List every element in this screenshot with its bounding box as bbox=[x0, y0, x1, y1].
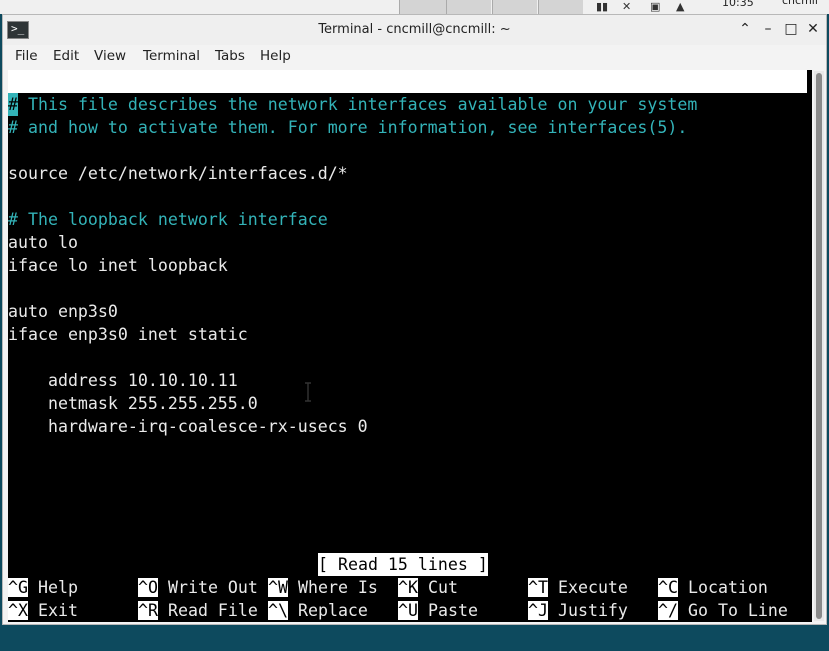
shortcut-label: Exit bbox=[37, 601, 78, 620]
shortcut-key: ^G bbox=[8, 578, 28, 597]
shortcut-key: ^O bbox=[138, 578, 158, 597]
chevron-up-icon[interactable]: ⌃ bbox=[736, 21, 754, 37]
panel-launcher[interactable] bbox=[399, 0, 446, 14]
shortcut-label: Location bbox=[687, 578, 768, 597]
comment-line[interactable]: # This file describes the network interf… bbox=[8, 93, 697, 116]
scrollbar[interactable] bbox=[814, 71, 824, 621]
close-button[interactable]: ✕ bbox=[804, 21, 822, 37]
menu-tabs[interactable]: Tabs bbox=[215, 48, 245, 64]
shortcut-label: Execute bbox=[557, 578, 628, 597]
terminal-screen[interactable]: GNU nano 7.2 /etc/network/interfaces # T… bbox=[8, 70, 812, 622]
top-panel: ▮▮ ✕ ▣ ▲ 10:35 cncmil bbox=[0, 0, 829, 14]
shortcut-label: Replace bbox=[297, 601, 368, 620]
shortcut-label: Where Is bbox=[297, 578, 378, 597]
text-cursor-icon bbox=[305, 382, 311, 402]
status-message: [ Read 15 lines ] bbox=[318, 553, 488, 576]
shortcut-item[interactable]: ^/ Go To Line bbox=[658, 599, 788, 622]
code-line[interactable]: iface enp3s0 inet static bbox=[8, 323, 248, 346]
maximize-button[interactable]: □ bbox=[782, 21, 800, 37]
panel-user[interactable]: cncmil bbox=[782, 0, 818, 7]
shortcut-key: ^K bbox=[398, 578, 418, 597]
shortcut-item[interactable]: ^O Write Out bbox=[138, 576, 258, 599]
code-line[interactable]: iface lo inet loopback bbox=[8, 254, 228, 277]
shortcut-item[interactable]: ^G Help bbox=[8, 576, 78, 599]
panel-task-button[interactable] bbox=[446, 0, 491, 14]
shortcut-label: Cut bbox=[427, 578, 458, 597]
code-line[interactable]: address 10.10.10.11 bbox=[8, 369, 238, 392]
terminal-window: >_ Terminal - cncmill@cncmill: ~ ⌃ – □ ✕… bbox=[2, 14, 827, 625]
menu-file[interactable]: File bbox=[15, 48, 38, 64]
code-line[interactable]: auto lo bbox=[8, 231, 78, 254]
shortcut-label: Justify bbox=[557, 601, 628, 620]
menu-help[interactable]: Help bbox=[260, 48, 291, 64]
nano-header-bar: GNU nano 7.2 /etc/network/interfaces bbox=[8, 70, 807, 137]
network-icon[interactable]: ▮▮ bbox=[596, 0, 608, 13]
shortcut-key: ^J bbox=[528, 601, 548, 620]
shortcut-key: ^X bbox=[8, 601, 28, 620]
shortcut-item[interactable]: ^W Where Is bbox=[268, 576, 378, 599]
shortcut-key: ^R bbox=[138, 601, 158, 620]
shortcut-item[interactable]: ^R Read File bbox=[138, 599, 258, 622]
notification-bell-icon[interactable]: ▲ bbox=[676, 0, 684, 13]
code-line[interactable]: source /etc/network/interfaces.d/* bbox=[8, 162, 348, 185]
panel-task-button[interactable] bbox=[538, 0, 583, 14]
window-title: Terminal - cncmill@cncmill: ~ bbox=[318, 22, 511, 37]
shortcut-key: ^T bbox=[528, 578, 548, 597]
code-line[interactable]: hardware-irq-coalesce-rx-usecs 0 bbox=[8, 415, 368, 438]
shortcut-label: Go To Line bbox=[687, 601, 788, 620]
shortcut-item[interactable]: ^X Exit bbox=[8, 599, 78, 622]
shortcut-label: Paste bbox=[427, 601, 478, 620]
shortcut-item[interactable]: ^K Cut bbox=[398, 576, 458, 599]
shortcut-key: ^W bbox=[268, 578, 288, 597]
menu-terminal[interactable]: Terminal bbox=[143, 48, 200, 64]
title-bar[interactable]: >_ Terminal - cncmill@cncmill: ~ ⌃ – □ ✕ bbox=[3, 15, 826, 45]
shortcut-item[interactable]: ^U Paste bbox=[398, 599, 478, 622]
code-line[interactable]: auto enp3s0 bbox=[8, 300, 118, 323]
comment-line[interactable]: # and how to activate them. For more inf… bbox=[8, 116, 687, 139]
shortcut-item[interactable]: ^\ Replace bbox=[268, 599, 368, 622]
shortcut-key: ^C bbox=[658, 578, 678, 597]
shortcut-label: Help bbox=[37, 578, 78, 597]
scrollbar-thumb[interactable] bbox=[816, 73, 822, 619]
editor-cursor: # bbox=[8, 93, 18, 116]
panel-clock[interactable]: 10:35 bbox=[722, 0, 754, 9]
shortcut-key: ^\ bbox=[268, 601, 288, 620]
panel-task-button[interactable] bbox=[492, 0, 537, 14]
volume-muted-icon[interactable]: ✕ bbox=[622, 0, 631, 13]
menu-view[interactable]: View bbox=[94, 48, 126, 64]
comment-line[interactable]: # The loopback network interface bbox=[8, 208, 328, 231]
code-line[interactable]: netmask 255.255.255.0 bbox=[8, 392, 258, 415]
menu-bar: File Edit View Terminal Tabs Help bbox=[3, 45, 826, 69]
shortcut-key: ^U bbox=[398, 601, 418, 620]
shortcut-label: Write Out bbox=[167, 578, 258, 597]
shortcut-item[interactable]: ^J Justify bbox=[528, 599, 628, 622]
shortcut-item[interactable]: ^C Location bbox=[658, 576, 768, 599]
shortcut-item[interactable]: ^T Execute bbox=[528, 576, 628, 599]
power-icon[interactable]: ▣ bbox=[650, 0, 660, 13]
menu-edit[interactable]: Edit bbox=[53, 48, 79, 64]
shortcut-key: ^/ bbox=[658, 601, 678, 620]
minimize-button[interactable]: – bbox=[759, 21, 777, 37]
shortcut-label: Read File bbox=[167, 601, 258, 620]
